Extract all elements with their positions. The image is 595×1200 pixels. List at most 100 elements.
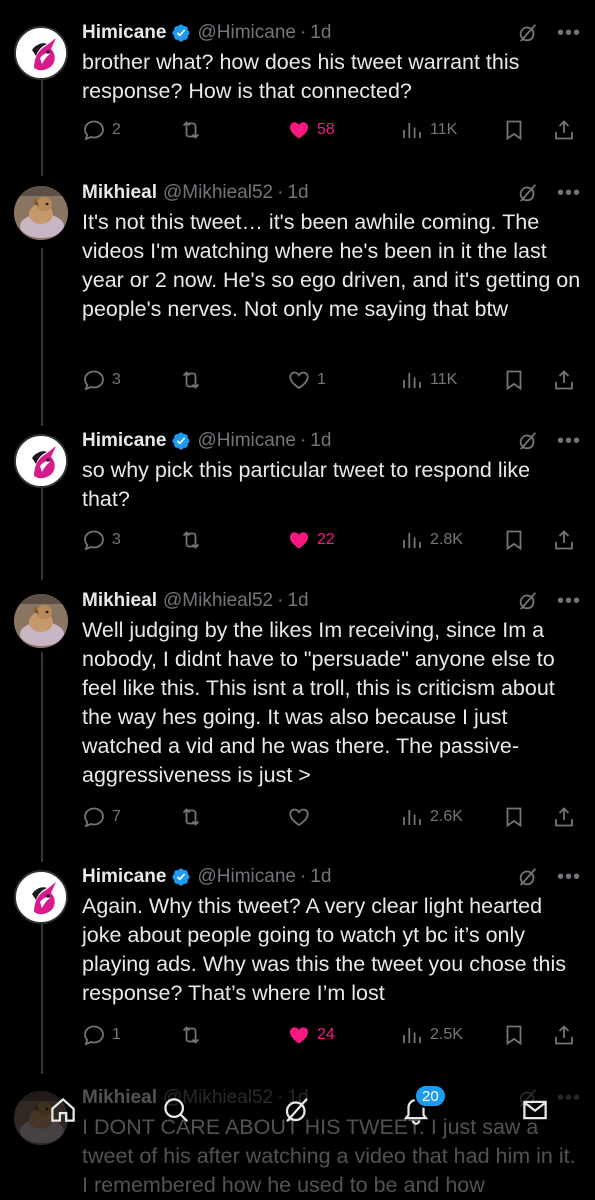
nav-home[interactable] [43, 1090, 83, 1130]
views-icon [400, 528, 424, 552]
tweet-actions: 7 2.6K [82, 802, 581, 832]
view-count: 2.6K [430, 808, 463, 825]
nav-messages[interactable] [515, 1090, 555, 1130]
reply-icon [82, 118, 106, 142]
home-icon [51, 1097, 75, 1122]
views-button[interactable]: 2.6K [400, 802, 463, 832]
like-button[interactable]: 24 [287, 1020, 335, 1050]
share-icon [552, 528, 576, 552]
like-count: 24 [317, 1026, 335, 1043]
user-handle[interactable]: @Himicane [197, 22, 295, 44]
user-handle[interactable]: @Himicane [197, 430, 295, 452]
more-options-icon[interactable]: ••• [557, 23, 581, 43]
reply-button[interactable]: 3 [82, 365, 121, 395]
bookmark-icon [502, 1023, 526, 1047]
share-icon [552, 1023, 576, 1047]
share-button[interactable] [552, 1020, 576, 1050]
tweet-header: Mikhieal @Mikhieal52 · 1d ••• [82, 588, 581, 614]
retweet-button[interactable] [179, 802, 203, 832]
bookmark-button[interactable] [502, 802, 526, 832]
timestamp[interactable]: 1d [287, 182, 308, 204]
nav-notifications[interactable]: 20 [396, 1084, 447, 1130]
reply-button[interactable]: 2 [82, 115, 121, 145]
share-button[interactable] [552, 525, 576, 555]
more-options-icon[interactable]: ••• [557, 591, 581, 611]
reply-count: 3 [112, 531, 121, 548]
tweet-text: Again. Why this tweet? A very clear ligh… [82, 894, 566, 1005]
dog-photo-icon [14, 186, 68, 240]
retweet-button[interactable] [179, 1020, 203, 1050]
grok-icon[interactable] [517, 866, 539, 888]
nav-grok[interactable] [277, 1090, 317, 1130]
user-handle[interactable]: @Mikhieal52 [163, 590, 273, 612]
views-button[interactable]: 2.5K [400, 1020, 463, 1050]
bottom-nav: 20 [0, 1082, 595, 1142]
tweet-header: Himicane @Himicane · 1d ••• [82, 864, 581, 890]
timestamp[interactable]: 1d [310, 866, 331, 888]
view-count: 11K [430, 121, 458, 138]
retweet-icon [179, 368, 203, 392]
reply-button[interactable]: 3 [82, 525, 121, 555]
retweet-icon [179, 118, 203, 142]
avatar[interactable] [14, 26, 68, 80]
bookmark-button[interactable] [502, 525, 526, 555]
reply-button[interactable]: 7 [82, 802, 121, 832]
heart-icon [287, 805, 311, 829]
grok-icon[interactable] [517, 182, 539, 204]
nav-search[interactable] [156, 1090, 196, 1130]
bookmark-button[interactable] [502, 115, 526, 145]
display-name[interactable]: Mikhieal [82, 182, 157, 204]
separator-dot: · [299, 430, 307, 451]
timestamp[interactable]: 1d [310, 430, 331, 452]
grok-icon[interactable] [517, 430, 539, 452]
bookmark-button[interactable] [502, 365, 526, 395]
grok-icon[interactable] [517, 22, 539, 44]
share-button[interactable] [552, 115, 576, 145]
tweet-actions: 3 1 11K [82, 365, 581, 395]
views-button[interactable]: 2.8K [400, 525, 463, 555]
verified-badge-icon [171, 23, 191, 43]
like-count: 58 [317, 121, 335, 138]
retweet-button[interactable] [179, 365, 203, 395]
like-button[interactable]: 58 [287, 115, 335, 145]
like-button[interactable]: 22 [287, 525, 335, 555]
reply-icon [82, 368, 106, 392]
thread-line [41, 488, 43, 580]
tweet-header: Himicane @Himicane · 1d ••• [82, 428, 581, 454]
separator-dot: · [299, 22, 307, 43]
avatar[interactable] [14, 594, 68, 648]
like-button[interactable] [287, 802, 317, 832]
timestamp[interactable]: 1d [310, 22, 331, 44]
display-name[interactable]: Mikhieal [82, 590, 157, 612]
tweet-text: Well judging by the likes Im receiving, … [82, 618, 555, 787]
more-options-icon[interactable]: ••• [557, 431, 581, 451]
user-handle[interactable]: @Mikhieal52 [163, 182, 273, 204]
bookmark-button[interactable] [502, 1020, 526, 1050]
reply-count: 2 [112, 121, 121, 138]
like-button[interactable]: 1 [287, 365, 326, 395]
reply-button[interactable]: 1 [82, 1020, 121, 1050]
views-button[interactable]: 11K [400, 115, 457, 145]
views-icon [400, 1023, 424, 1047]
user-handle[interactable]: @Himicane [197, 866, 295, 888]
views-button[interactable]: 11K [400, 365, 457, 395]
display-name[interactable]: Himicane [82, 866, 166, 888]
display-name[interactable]: Himicane [82, 22, 166, 44]
grok-icon[interactable] [517, 590, 539, 612]
share-button[interactable] [552, 365, 576, 395]
retweet-button[interactable] [179, 115, 203, 145]
timestamp[interactable]: 1d [287, 590, 308, 612]
view-count: 2.8K [430, 531, 463, 548]
avatar[interactable] [14, 870, 68, 924]
avatar[interactable] [14, 186, 68, 240]
thread-line [41, 652, 43, 862]
separator-dot: · [299, 866, 307, 887]
share-button[interactable] [552, 802, 576, 832]
tweet-actions: 1 24 2.5K [82, 1020, 581, 1050]
avatar[interactable] [14, 434, 68, 488]
retweet-button[interactable] [179, 525, 203, 555]
display-name[interactable]: Himicane [82, 430, 166, 452]
heart-icon [287, 1023, 311, 1047]
more-options-icon[interactable]: ••• [557, 183, 581, 203]
more-options-icon[interactable]: ••• [557, 867, 581, 887]
